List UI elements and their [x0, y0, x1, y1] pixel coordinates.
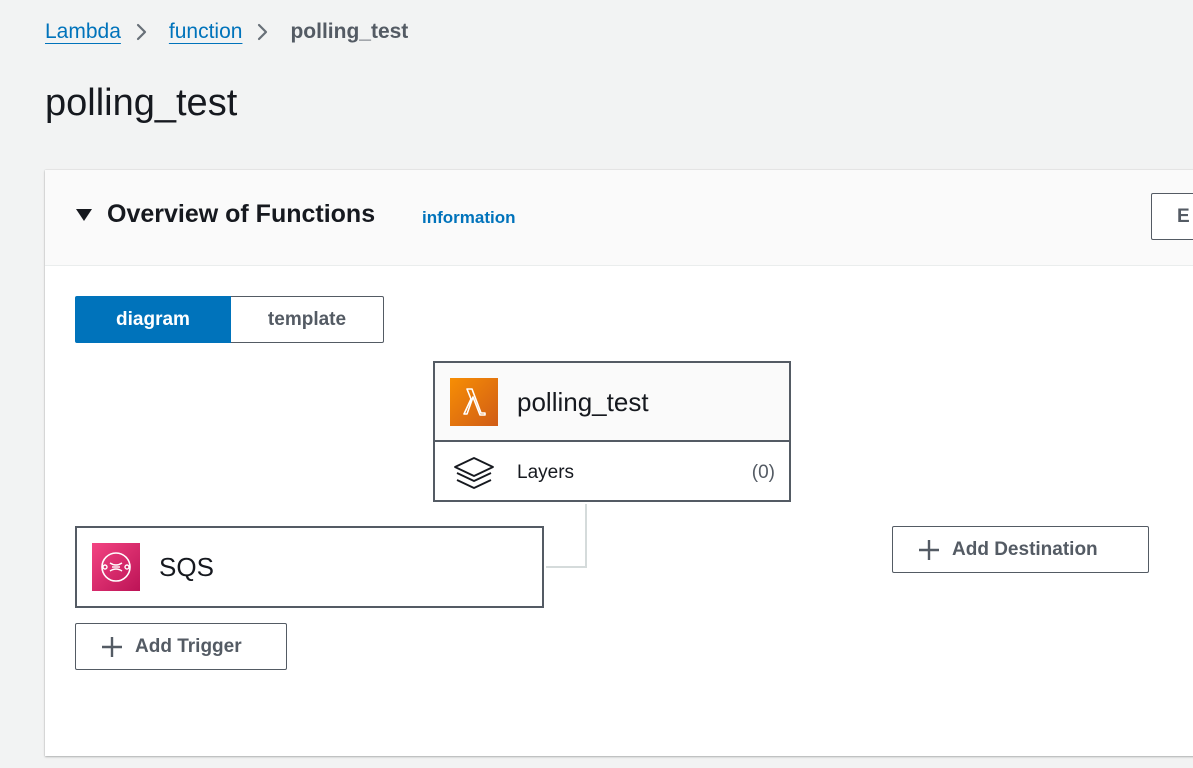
lambda-icon: [450, 378, 498, 426]
plus-icon: [101, 636, 123, 658]
edit-button[interactable]: E: [1151, 193, 1193, 240]
function-node[interactable]: polling_test Layers (0): [433, 361, 791, 502]
add-trigger-button[interactable]: Add Trigger: [75, 623, 287, 670]
layers-icon: [452, 456, 496, 499]
layers-row[interactable]: Layers (0): [435, 444, 789, 502]
add-destination-label: Add Destination: [952, 538, 1098, 560]
view-toggle: diagram template: [75, 296, 384, 343]
layers-count: (0): [751, 462, 775, 483]
add-trigger-label: Add Trigger: [135, 635, 242, 657]
panel-header: Overview of Functions information E: [45, 170, 1193, 266]
panel-title: Overview of Functions: [107, 200, 376, 228]
chevron-right-icon: [242, 18, 290, 46]
sqs-icon: [92, 543, 140, 591]
plus-icon: [918, 539, 940, 561]
chevron-right-icon: [121, 18, 169, 46]
add-destination-button[interactable]: Add Destination: [892, 526, 1149, 573]
page-title: polling_test: [45, 82, 238, 124]
breadcrumb: Lambda function polling_test: [45, 18, 408, 46]
breadcrumb-function[interactable]: function: [169, 20, 243, 44]
caret-down-icon[interactable]: [75, 208, 93, 222]
function-name: polling_test: [517, 387, 649, 417]
diagram-toggle-button[interactable]: diagram: [75, 296, 231, 343]
info-link[interactable]: information: [422, 208, 516, 228]
function-overview-panel: Overview of Functions information E diag…: [45, 170, 1193, 756]
layers-label: Layers: [517, 462, 575, 483]
function-node-header: polling_test: [435, 363, 789, 442]
sqs-trigger-node[interactable]: SQS: [75, 526, 544, 608]
breadcrumb-current: polling_test: [290, 20, 409, 43]
trigger-name: SQS: [159, 552, 214, 582]
template-toggle-button[interactable]: template: [231, 296, 384, 343]
breadcrumb-lambda[interactable]: Lambda: [45, 20, 121, 44]
